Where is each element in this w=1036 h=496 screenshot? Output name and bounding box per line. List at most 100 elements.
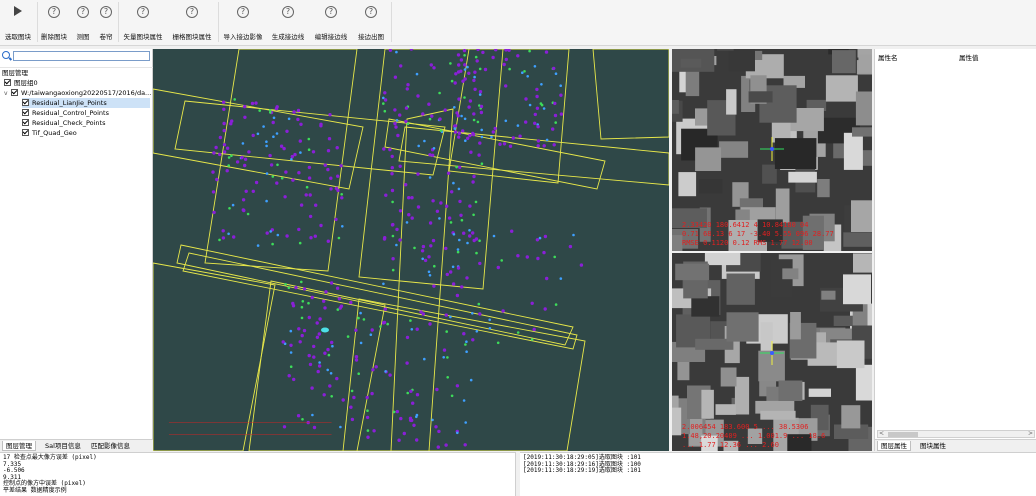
- select-block-button[interactable]: 选取图块: [0, 0, 36, 44]
- tab-match-image-info[interactable]: 匹配影像信息: [88, 441, 133, 451]
- residual-point: [449, 221, 453, 224]
- map-canvas[interactable]: ________________________________________…: [153, 49, 669, 451]
- scroll-thumb[interactable]: [888, 432, 918, 437]
- generate-seamline-button[interactable]: ? 生成接边线: [268, 0, 308, 44]
- residual-point: [432, 147, 436, 150]
- residual-point: [402, 431, 406, 436]
- residual-point: [457, 131, 462, 135]
- residual-point: [384, 193, 388, 197]
- selected-point-marker[interactable]: [321, 327, 329, 333]
- residual-point: [494, 49, 498, 52]
- residual-point: [431, 238, 436, 243]
- layer-checkbox[interactable]: [22, 109, 29, 116]
- image-footprint[interactable]: [390, 108, 454, 451]
- layer-residual-check-points[interactable]: Residual_Check_Points: [22, 118, 105, 128]
- residual-point: [334, 217, 338, 222]
- residual-point: [504, 84, 508, 88]
- scroll-right-icon[interactable]: >: [1028, 431, 1033, 437]
- residual-point: [464, 421, 468, 424]
- layer-checkbox[interactable]: [22, 129, 29, 136]
- residual-point: [572, 233, 575, 237]
- layer-checkbox[interactable]: [11, 89, 18, 96]
- chevron-down-icon[interactable]: v: [4, 89, 11, 99]
- layer-residual-lianjie-points[interactable]: Residual_LianJie_Points: [22, 98, 150, 108]
- tab-project-info[interactable]: Sal项目信息: [42, 441, 84, 451]
- residual-point: [521, 71, 524, 74]
- residual-point: [227, 156, 231, 159]
- layer-data-folder[interactable]: v W:/taiwangaoxiong20220517/2016/da...: [4, 88, 151, 98]
- building-block: [782, 268, 799, 280]
- tab-layer-management[interactable]: 图层管理: [2, 441, 36, 451]
- image-view-left[interactable]: 2.33420 180.6412 4 10.84180 04 0.71 68.1…: [672, 49, 872, 251]
- tie-point-marker[interactable]: [770, 147, 774, 151]
- raster-block-props-button[interactable]: ? 栅格图块属性: [168, 0, 216, 44]
- image-readout-line: 2.006454 183.600 5 ... 38.5306: [682, 423, 809, 431]
- residual-point: [396, 133, 400, 138]
- residual-point: [518, 134, 522, 138]
- import-seam-image-button[interactable]: ? 导入接边影像: [220, 0, 266, 44]
- residual-point: [453, 127, 457, 130]
- image-footprint[interactable]: [592, 49, 669, 140]
- layer-checkbox[interactable]: [22, 119, 29, 126]
- building-block: [672, 100, 679, 114]
- property-name-header[interactable]: 属性名: [878, 52, 898, 62]
- residual-point: [472, 78, 476, 83]
- residual-point: [468, 229, 471, 232]
- residual-point: [493, 126, 497, 131]
- residual-point: [456, 266, 461, 270]
- image-view-right[interactable]: 2.006454 183.600 5 ... 38.5306 1.48,20.2…: [672, 253, 872, 451]
- residual-point: [406, 122, 410, 126]
- property-value-header[interactable]: 属性值: [959, 52, 979, 62]
- tab-block-properties[interactable]: 图块属性: [917, 441, 949, 451]
- residual-point: [543, 234, 548, 239]
- layer-search-input[interactable]: [13, 51, 150, 61]
- layer-checkbox[interactable]: [4, 79, 11, 86]
- measure-button[interactable]: ? 测图: [70, 0, 96, 44]
- layer-checkbox[interactable]: [22, 99, 29, 106]
- residual-point: [533, 65, 537, 68]
- residual-point: [276, 233, 280, 237]
- properties-hscroll[interactable]: < >: [877, 430, 1035, 438]
- tab-layer-properties[interactable]: 图层属性: [877, 441, 911, 451]
- residual-point: [383, 307, 387, 311]
- residual-point: [463, 443, 467, 447]
- image-footprint[interactable]: [248, 280, 386, 451]
- residual-point: [383, 91, 387, 95]
- residual-point: [453, 81, 457, 85]
- building-block: [748, 91, 773, 103]
- scroll-left-icon[interactable]: <: [879, 431, 884, 437]
- layer-group-0[interactable]: 图层组0: [4, 78, 38, 88]
- residual-point: [463, 63, 467, 67]
- delete-block-button[interactable]: ? 删除图块: [39, 0, 69, 44]
- residual-point: [357, 316, 360, 320]
- residual-point: [246, 212, 250, 216]
- residual-point: [390, 172, 394, 176]
- seam-output-button[interactable]: ? 接边出图: [353, 0, 389, 44]
- residual-point: [282, 146, 286, 151]
- residual-point: [439, 129, 443, 132]
- residual-point: [307, 148, 311, 151]
- residual-point: [225, 169, 229, 173]
- swipe-button[interactable]: ? 卷帘: [95, 0, 117, 44]
- tie-point-marker[interactable]: [770, 351, 774, 355]
- residual-point: [298, 241, 302, 245]
- residual-point: [287, 117, 291, 121]
- building-block: [855, 91, 872, 126]
- building-block: [760, 410, 796, 420]
- vector-block-props-button[interactable]: ? 矢量图块属性: [119, 0, 167, 44]
- image-footprint[interactable]: [176, 244, 574, 346]
- building-block: [836, 340, 865, 369]
- residual-point: [310, 386, 314, 390]
- layer-residual-control-points[interactable]: Residual_Control_Points: [22, 108, 109, 118]
- residual-point: [290, 158, 293, 161]
- residual-point: [370, 328, 374, 332]
- edit-seamline-button[interactable]: ? 编辑接边线: [310, 0, 352, 44]
- residual-point: [272, 116, 276, 120]
- residual-point: [476, 120, 480, 124]
- building-block: [762, 164, 777, 184]
- image-footprint[interactable]: [358, 49, 504, 290]
- search-icon[interactable]: [2, 51, 10, 59]
- residual-point: [457, 187, 461, 191]
- residual-point: [243, 157, 248, 161]
- layer-tif-quad-geo[interactable]: Tif_Quad_Geo: [22, 128, 77, 138]
